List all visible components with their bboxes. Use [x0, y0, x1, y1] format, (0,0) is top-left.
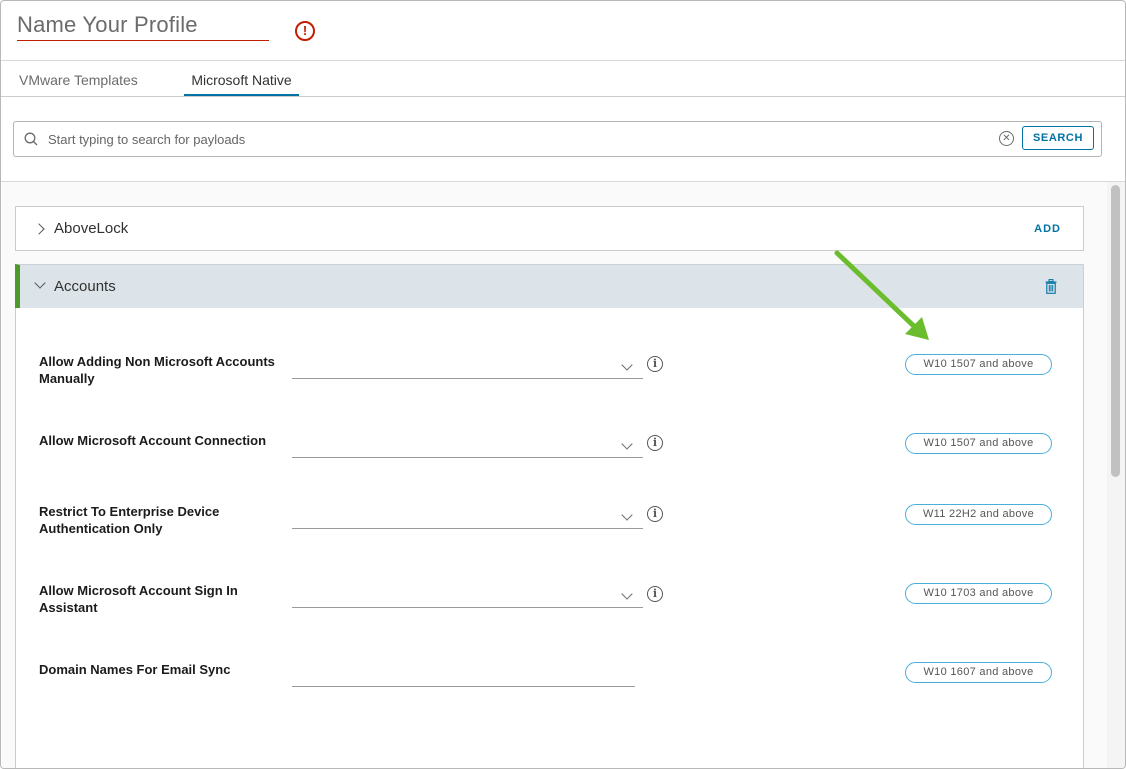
scrollbar-thumb[interactable]: [1111, 185, 1120, 477]
info-icon[interactable]: i: [647, 435, 663, 451]
arrow-annotation: [834, 250, 929, 340]
clear-icon[interactable]: ✕: [999, 131, 1014, 146]
error-icon: !: [295, 21, 315, 41]
tabs-divider: [1, 96, 1125, 97]
setting-label: Allow Adding Non Microsoft Accounts Manu…: [39, 354, 275, 386]
setting-label: Restrict To Enterprise Device Authentica…: [39, 504, 220, 536]
search-button[interactable]: SEARCH: [1022, 126, 1094, 150]
section-title: AboveLock: [54, 220, 129, 237]
tab-vmware-templates[interactable]: VMware Templates: [19, 71, 138, 97]
setting-label: Domain Names For Email Sync: [39, 662, 231, 677]
version-badge: W10 1507 and above: [905, 354, 1052, 375]
chevron-down-icon: [621, 438, 633, 450]
setting-label: Allow Microsoft Account Sign In Assistan…: [39, 583, 238, 615]
chevron-down-icon[interactable]: [34, 277, 46, 289]
profile-editor-window: Name Your Profile ! VMware Templates Mic…: [0, 0, 1126, 769]
version-badge: W10 1507 and above: [905, 433, 1052, 454]
search-input[interactable]: [48, 129, 988, 149]
section-title: Accounts: [54, 278, 116, 295]
setting-select[interactable]: [292, 438, 643, 458]
chevron-down-icon: [621, 509, 633, 521]
profile-name-field[interactable]: Name Your Profile: [17, 11, 269, 41]
version-badge: W11 22H2 and above: [905, 504, 1052, 525]
setting-select[interactable]: [292, 588, 643, 608]
version-badge: W10 1703 and above: [905, 583, 1052, 604]
tab-microsoft-native[interactable]: Microsoft Native: [184, 71, 299, 97]
section-abovelock[interactable]: AboveLock ADD: [15, 206, 1084, 251]
setting-select[interactable]: [292, 359, 643, 379]
search-icon: [24, 132, 38, 146]
version-badge: W10 1607 and above: [905, 662, 1052, 683]
trash-icon[interactable]: [1045, 279, 1057, 294]
info-icon[interactable]: i: [647, 356, 663, 372]
setting-label: Allow Microsoft Account Connection: [39, 433, 267, 448]
info-icon[interactable]: i: [647, 506, 663, 522]
search-bar: ✕ SEARCH: [13, 121, 1102, 157]
domain-names-input[interactable]: [292, 667, 635, 687]
chevron-down-icon: [621, 588, 633, 600]
chevron-right-icon[interactable]: [33, 223, 45, 235]
setting-select[interactable]: [292, 509, 643, 529]
info-icon[interactable]: i: [647, 586, 663, 602]
chevron-down-icon: [621, 359, 633, 371]
header-divider: [1, 60, 1125, 61]
add-button[interactable]: ADD: [1034, 223, 1061, 235]
